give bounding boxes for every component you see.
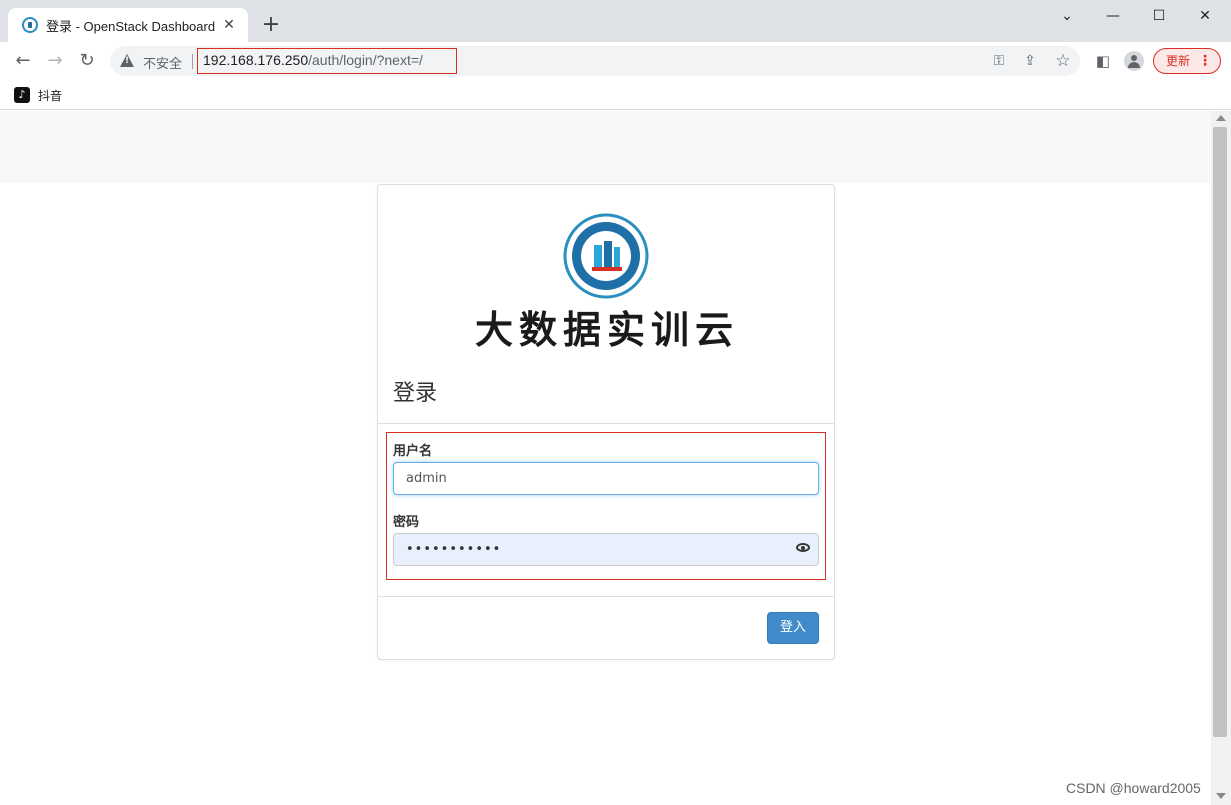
username-input[interactable]: admin	[393, 462, 819, 495]
omnibox-separator	[192, 54, 193, 69]
update-label: 更新	[1166, 54, 1191, 68]
logo-emblem-icon	[563, 213, 649, 299]
update-button[interactable]: 更新 ⋮	[1153, 48, 1221, 74]
openstack-favicon-icon	[22, 17, 38, 33]
profile-avatar-icon[interactable]	[1124, 51, 1144, 71]
username-label: 用户名	[393, 444, 433, 459]
password-label: 密码	[393, 515, 420, 530]
url-path: /auth/login/?next=/	[308, 52, 423, 68]
warning-icon[interactable]	[120, 54, 134, 67]
new-tab-button[interactable]: +	[259, 14, 283, 38]
back-button[interactable]: ←	[10, 48, 36, 74]
bookmarks-bar: ♪ 抖音	[0, 80, 1231, 110]
star-icon[interactable]: ☆	[1054, 52, 1072, 70]
header-divider	[378, 423, 834, 424]
logo-text: 大数据实训云	[474, 307, 739, 352]
scroll-down-arrow-icon[interactable]	[1216, 793, 1226, 799]
csdn-watermark: CSDN @howard2005	[1066, 780, 1201, 796]
close-window-button[interactable]: ✕	[1182, 4, 1228, 28]
key-icon[interactable]: ⚿	[990, 52, 1008, 70]
tab-active[interactable]: 登录 - OpenStack Dashboard ✕	[8, 8, 248, 42]
scroll-thumb[interactable]	[1213, 127, 1227, 737]
douyin-icon: ♪	[14, 87, 30, 103]
tab-strip: 登录 - OpenStack Dashboard ✕ + ⌄ — ☐ ✕	[0, 0, 1231, 42]
side-panel-icon[interactable]: ◧	[1092, 50, 1114, 72]
browser-toolbar: ← → ↻ 不安全 192.168.176.250/auth/login/?ne…	[0, 42, 1231, 80]
address-bar[interactable]: 不安全 192.168.176.250/auth/login/?next=/ ⚿…	[110, 46, 1080, 76]
reload-button[interactable]: ↻	[74, 48, 100, 74]
tab-title: 登录 - OpenStack Dashboard	[46, 18, 216, 34]
login-title: 登录	[393, 381, 438, 406]
page-header-band	[0, 111, 1211, 183]
menu-dots-icon: ⋮	[1198, 53, 1212, 69]
minimize-button[interactable]: —	[1090, 4, 1136, 28]
login-card: 大数据实训云 登录 用户名 admin 密码 ••••••••••• 登入	[377, 184, 835, 660]
tab-close-icon[interactable]: ✕	[220, 16, 238, 34]
url-host: 192.168.176.250	[203, 52, 309, 68]
login-button[interactable]: 登入	[767, 612, 819, 644]
url-highlight-box[interactable]: 192.168.176.250/auth/login/?next=/	[197, 48, 457, 74]
bookmark-douyin[interactable]: ♪ 抖音	[14, 85, 62, 105]
share-icon[interactable]: ⇪	[1021, 52, 1039, 70]
maximize-button[interactable]: ☐	[1136, 4, 1182, 28]
tab-search-icon[interactable]: ⌄	[1044, 4, 1090, 28]
password-input[interactable]: •••••••••••	[393, 533, 819, 566]
show-password-eye-icon[interactable]	[796, 543, 810, 552]
security-status[interactable]: 不安全	[143, 53, 182, 72]
footer-divider	[378, 596, 834, 597]
bookmark-label: 抖音	[38, 88, 63, 103]
page-viewport: 大数据实训云 登录 用户名 admin 密码 ••••••••••• 登入	[0, 111, 1211, 805]
url-text[interactable]: 192.168.176.250/auth/login/?next=/	[203, 52, 423, 68]
scroll-up-arrow-icon[interactable]	[1216, 115, 1226, 121]
forward-button[interactable]: →	[42, 48, 68, 74]
page-scrollbar[interactable]	[1211, 111, 1231, 805]
